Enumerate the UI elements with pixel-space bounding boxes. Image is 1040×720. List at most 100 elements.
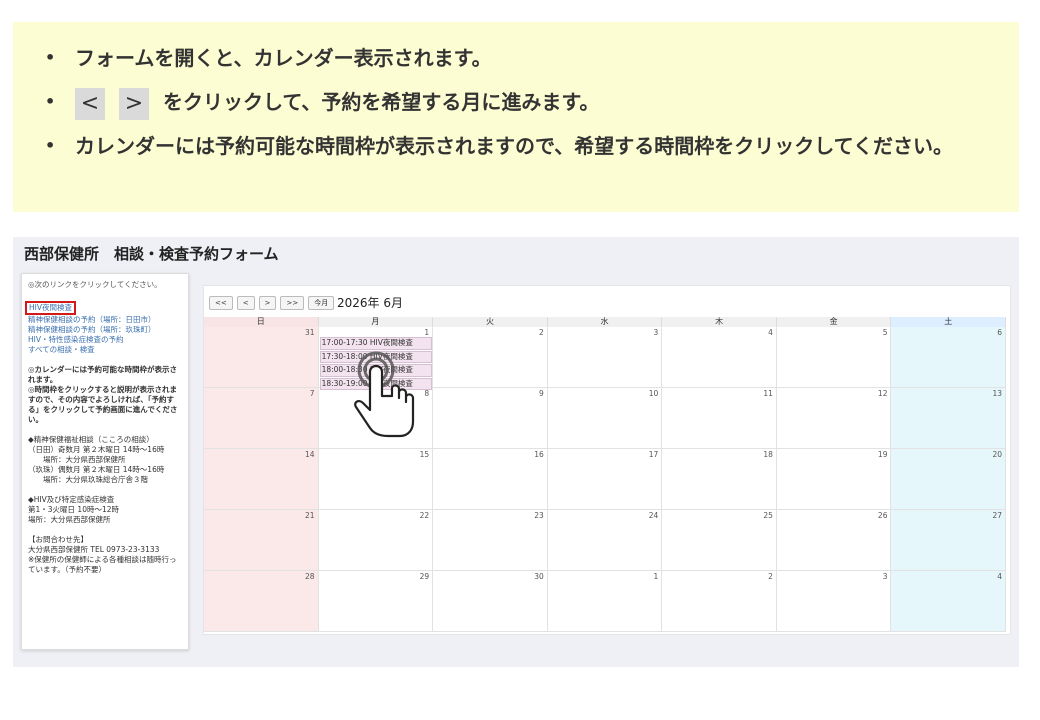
day-cell-thu[interactable]: 2 — [662, 571, 777, 632]
day-number: 21 — [305, 511, 315, 520]
day-number: 19 — [877, 450, 888, 459]
day-cell-wed[interactable]: 24 — [547, 510, 663, 571]
day-number: 17 — [648, 450, 659, 459]
weekday-sat: 土 — [891, 317, 1007, 327]
calendar-toolbar: << < > >> 今月 — [209, 296, 335, 310]
calendar-month-title: 2026年 6月 — [337, 296, 403, 310]
calendar-week: 14 15 16 17 18 19 20 — [204, 449, 1007, 510]
prev-year-button[interactable]: << — [209, 296, 233, 310]
day-number: 29 — [419, 572, 430, 581]
day-number: 3 — [882, 572, 888, 581]
weekday-thu: 木 — [662, 317, 777, 327]
day-number: 5 — [882, 328, 888, 337]
day-cell-fri[interactable]: 12 — [776, 388, 892, 449]
day-cell-tue[interactable]: 2 — [433, 327, 548, 388]
link-mental-health-kusu[interactable]: 精神保健相談の予約（場所：玖珠町） — [28, 325, 182, 335]
link-hiv-std-test[interactable]: HIV・特性感染症検査の予約 — [28, 335, 182, 345]
day-cell-wed[interactable]: 3 — [547, 327, 663, 388]
day-cell-sun[interactable]: 31 — [204, 327, 319, 388]
sidebar: ◎次のリンクをクリックしてください。 HIV夜間検査 精神保健相談の予約（場所：… — [21, 273, 189, 650]
day-number: 9 — [538, 389, 544, 398]
next-year-button[interactable]: >> — [280, 296, 305, 310]
day-cell-sat[interactable]: 13 — [891, 388, 1007, 449]
day-number: 4 — [997, 572, 1003, 581]
day-number: 16 — [534, 450, 544, 459]
day-number: 2 — [768, 572, 773, 581]
day-cell-sun[interactable]: 14 — [204, 449, 319, 510]
day-cell-mon[interactable]: 29 — [318, 571, 434, 632]
day-cell-sat[interactable]: 20 — [891, 449, 1007, 510]
link-all-consultations[interactable]: すべての相談・検査 — [28, 345, 182, 355]
day-cell-wed[interactable]: 10 — [547, 388, 663, 449]
day-number: 30 — [534, 572, 544, 581]
day-cell-tue[interactable]: 16 — [433, 449, 548, 510]
instruction-item-2: < > をクリックして、予約を希望する月に進みます。 — [41, 80, 1019, 124]
tap-hand-icon — [354, 351, 415, 438]
day-number: 7 — [309, 389, 315, 398]
calendar-week: 31 1 17:00-17:30 HIV夜間検査 17:30-18:00 HIV夜間検… — [204, 327, 1007, 390]
day-cell-thu[interactable]: 25 — [662, 510, 777, 571]
day-cell-wed[interactable]: 1 — [547, 571, 663, 632]
calendar-grid: 日 月 火 水 木 金 土 31 1 17:00-17:30 HIV夜間検査 17:3… — [204, 317, 1007, 632]
sidebar-info-hiv: ◆HIV及び特定感染症検査 第1・3火曜日 10時～12時 場所：大分県西部保健… — [28, 495, 120, 524]
day-number: 12 — [877, 389, 888, 398]
day-cell-sun[interactable]: 21 — [204, 510, 319, 571]
day-number: 1 — [424, 328, 430, 337]
day-cell-mon[interactable]: 22 — [318, 510, 434, 571]
calendar: << < > >> 今月 2026年 6月 日 月 火 水 木 金 土 31 1 1… — [203, 285, 1011, 635]
day-cell-thu[interactable]: 4 — [662, 327, 777, 388]
prev-month-key: < — [75, 87, 105, 120]
day-number: 13 — [992, 389, 1003, 398]
instruction-list: フォームを開くと、カレンダー表示されます。 < > をクリックして、予約を希望する月… — [13, 22, 1019, 168]
sidebar-info-contact: 【お問合わせ先】 大分県西部保健所 TEL 0973-23-3133 ※保健所の… — [28, 535, 177, 574]
day-cell-sat[interactable]: 27 — [891, 510, 1007, 571]
sidebar-info-calendar: ◎カレンダーには予約可能な時間枠が表示されます。 ◎時間枠をクリックすると説明が… — [28, 365, 178, 424]
weekday-mon: 月 — [318, 317, 434, 327]
next-month-key: > — [119, 87, 149, 120]
sidebar-intro: ◎次のリンクをクリックしてください。 — [28, 280, 162, 289]
instruction-box: フォームを開くと、カレンダー表示されます。 < > をクリックして、予約を希望する月… — [13, 22, 1019, 212]
day-cell-mon[interactable]: 15 — [318, 449, 434, 510]
day-cell-fri[interactable]: 3 — [776, 571, 892, 632]
instruction-text-1: フォームを開くと、カレンダー表示されます。 — [75, 46, 492, 70]
instruction-text-3: カレンダーには予約可能な時間枠が表示されますので、希望する時間枠をクリックしてく… — [75, 134, 953, 158]
day-cell-sun[interactable]: 7 — [204, 388, 319, 449]
day-cell-sun[interactable]: 28 — [204, 571, 319, 632]
day-cell-fri[interactable]: 26 — [776, 510, 892, 571]
weekday-tue: 火 — [433, 317, 548, 327]
day-number: 14 — [305, 450, 315, 459]
day-number: 4 — [768, 328, 773, 337]
prev-month-button[interactable]: < — [236, 296, 255, 310]
day-number: 26 — [877, 511, 888, 520]
day-cell-tue[interactable]: 30 — [433, 571, 548, 632]
day-number: 3 — [653, 328, 659, 337]
day-cell-thu[interactable]: 11 — [662, 388, 777, 449]
calendar-week: 28 29 30 1 2 3 4 — [204, 571, 1007, 632]
weekday-header: 日 月 火 水 木 金 土 — [204, 317, 1007, 327]
weekday-wed: 水 — [547, 317, 663, 327]
today-button[interactable]: 今月 — [308, 296, 335, 310]
day-cell-fri[interactable]: 5 — [776, 327, 892, 388]
day-number: 6 — [997, 328, 1003, 337]
day-number: 25 — [763, 511, 773, 520]
day-cell-tue[interactable]: 23 — [433, 510, 548, 571]
calendar-week: 7 8 9 10 11 12 13 — [204, 388, 1007, 449]
link-mental-health-hita[interactable]: 精神保健相談の予約（場所：日田市） — [28, 315, 182, 325]
day-number: 1 — [653, 572, 659, 581]
day-cell-sat[interactable]: 6 — [891, 327, 1007, 388]
day-cell-wed[interactable]: 17 — [547, 449, 663, 510]
day-number: 8 — [424, 389, 430, 398]
day-cell-tue[interactable]: 9 — [433, 388, 548, 449]
day-number: 31 — [305, 328, 315, 337]
day-cell-thu[interactable]: 18 — [662, 449, 777, 510]
day-cell-sat[interactable]: 4 — [891, 571, 1007, 632]
day-number: 20 — [992, 450, 1003, 459]
day-number: 11 — [763, 389, 773, 398]
weekday-sun: 日 — [204, 317, 319, 327]
next-month-button[interactable]: > — [258, 296, 277, 310]
instruction-item-3: カレンダーには予約可能な時間枠が表示されますので、希望する時間枠をクリックしてく… — [41, 124, 971, 168]
day-cell-fri[interactable]: 19 — [776, 449, 892, 510]
link-hiv-night-test[interactable]: HIV夜間検査 — [25, 301, 76, 315]
reservation-form-panel: 西部保健所 相談・検査予約フォーム ◎次のリンクをクリックしてください。 HIV… — [13, 237, 1019, 667]
day-number: 27 — [992, 511, 1003, 520]
